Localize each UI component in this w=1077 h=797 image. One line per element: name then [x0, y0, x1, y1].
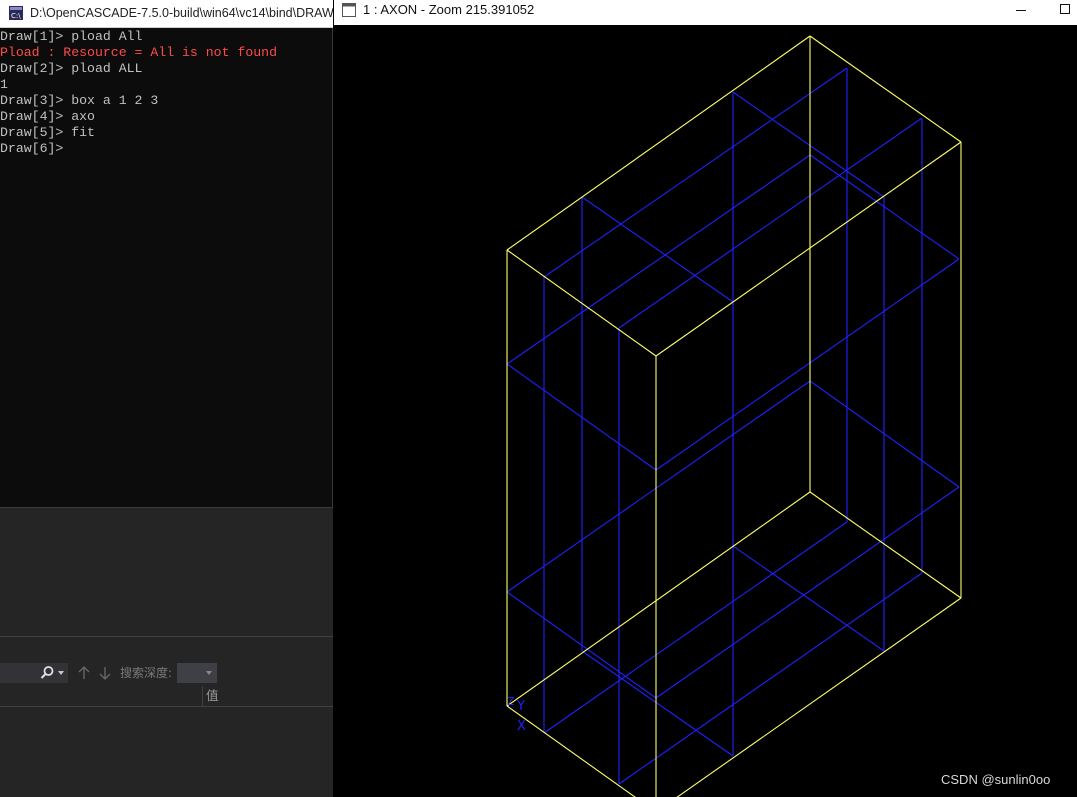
window-icon: [342, 3, 356, 17]
chevron-down-icon: [206, 671, 212, 675]
console-error-line: Pload : Resource = All is not found: [0, 45, 277, 60]
console-app-icon: C:\: [9, 6, 23, 20]
header-underline: [0, 706, 333, 707]
console-line: Draw[2]> pload ALL: [0, 61, 143, 76]
search-input[interactable]: [0, 663, 68, 683]
console-line: Draw[5]> fit: [0, 125, 95, 140]
search-depth-label: 搜索深度:: [120, 666, 173, 680]
search-icon: [40, 666, 54, 679]
axis-label-x: X: [517, 719, 526, 734]
console-line: 1: [0, 77, 8, 92]
console-line: Draw[3]> box a 1 2 3: [0, 93, 159, 108]
console-output[interactable]: Draw[1]> pload All Pload : Resource = All…: [0, 29, 333, 157]
csdn-watermark: CSDN @sunlin0oo: [941, 772, 1051, 787]
console-line: Draw[6]>: [0, 141, 64, 156]
minimize-button[interactable]: [1006, 0, 1036, 20]
console-line: Draw[1]> pload All: [0, 29, 143, 44]
panel-divider: [0, 636, 333, 637]
isoparametric-lines: [506, 67, 960, 785]
search-depth-select[interactable]: [177, 663, 217, 683]
svg-text:C:\: C:\: [11, 12, 21, 20]
ide-watch-panel: 搜索深度: 值: [0, 508, 333, 797]
console-titlebar[interactable]: C:\ D:\OpenCASCADE-7.5.0-build\win64\vc1…: [0, 0, 333, 28]
chevron-down-icon[interactable]: [58, 671, 64, 675]
console-line: Draw[4]> axo: [0, 109, 95, 124]
axis-label-z: Z: [507, 695, 515, 708]
arrow-down-icon[interactable]: [98, 665, 112, 681]
arrow-up-icon[interactable]: [77, 665, 91, 681]
axon-view-window: 1 : AXON - Zoom 215.391052 Z Y X CSDN @s…: [334, 0, 1077, 797]
value-column-header[interactable]: 值: [206, 688, 219, 704]
box-edges: [506, 35, 962, 797]
axis-triad: Z Y X: [507, 695, 526, 734]
draw-console-window: C:\ D:\OpenCASCADE-7.5.0-build\win64\vc1…: [0, 0, 333, 508]
column-divider[interactable]: [202, 686, 203, 706]
console-title: D:\OpenCASCADE-7.5.0-build\win64\vc14\bi…: [30, 6, 333, 20]
viewer-title: 1 : AXON - Zoom 215.391052: [363, 2, 535, 17]
axis-label-y: Y: [516, 699, 525, 714]
maximize-button[interactable]: [1050, 0, 1077, 20]
axon-3d-viewport[interactable]: Z Y X: [334, 25, 1077, 797]
viewer-titlebar[interactable]: 1 : AXON - Zoom 215.391052: [334, 0, 1077, 25]
